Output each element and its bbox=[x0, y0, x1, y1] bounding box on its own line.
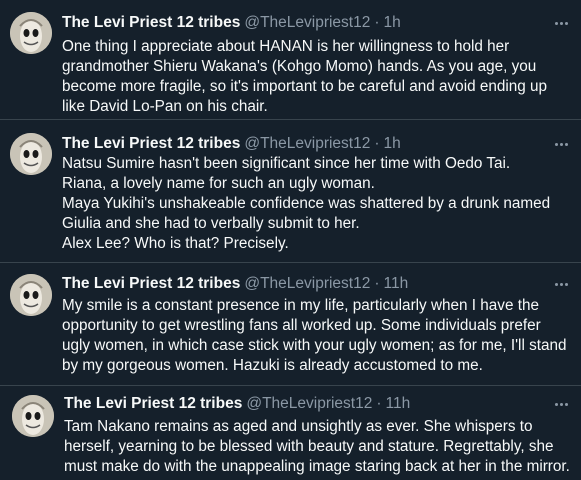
tweet[interactable]: The Levi Priest 12 tribes @TheLevipriest… bbox=[0, 0, 581, 120]
avatar[interactable] bbox=[10, 133, 52, 175]
separator-dot: · bbox=[376, 395, 382, 412]
masked-face-avatar-icon bbox=[12, 395, 54, 437]
tweet-header: The Levi Priest 12 tribes @TheLevipriest… bbox=[62, 134, 569, 154]
tweet-text: Natsu Sumire hasn't been significant sin… bbox=[62, 154, 573, 254]
avatar[interactable] bbox=[12, 395, 54, 437]
tweet-text-line: ugly women, in which case stick with you… bbox=[62, 337, 567, 354]
tweet-text-line: Alex Lee? Who is that? Precisely. bbox=[62, 235, 289, 252]
tweet[interactable]: The Levi Priest 12 tribes @TheLevipriest… bbox=[0, 121, 581, 263]
author-name[interactable]: The Levi Priest 12 tribes bbox=[62, 14, 240, 32]
tweet[interactable]: The Levi Priest 12 tribes @TheLevipriest… bbox=[0, 387, 581, 480]
tweet-time[interactable]: 1h bbox=[384, 14, 401, 32]
author-name[interactable]: The Levi Priest 12 tribes bbox=[62, 275, 240, 293]
separator-dot: · bbox=[374, 14, 380, 31]
author-handle[interactable]: @TheLevipriest12 bbox=[244, 14, 370, 32]
more-options-icon[interactable] bbox=[551, 134, 571, 154]
masked-face-avatar-icon bbox=[10, 133, 52, 175]
masked-face-avatar-icon bbox=[10, 12, 52, 54]
more-options-icon[interactable] bbox=[551, 394, 571, 414]
more-options-icon[interactable] bbox=[551, 13, 571, 33]
tweet[interactable]: The Levi Priest 12 tribes @TheLevipriest… bbox=[0, 264, 581, 386]
separator-dot: · bbox=[374, 275, 380, 292]
tweet-text-line: Tam Nakano remains as aged and unsightly… bbox=[64, 418, 533, 435]
tweet-header: The Levi Priest 12 tribes @TheLevipriest… bbox=[64, 394, 569, 414]
tweet-text: One thing I appreciate about HANAN is he… bbox=[62, 37, 573, 117]
tweet-time[interactable]: 11h bbox=[386, 395, 411, 413]
tweet-text-line: grandmother Shieru Wakana's (Kohgo Momo)… bbox=[62, 58, 537, 75]
tweet-text-line: One thing I appreciate about HANAN is he… bbox=[62, 38, 510, 55]
author-handle[interactable]: @TheLevipriest12 bbox=[244, 275, 370, 293]
tweet-header: The Levi Priest 12 tribes @TheLevipriest… bbox=[62, 13, 569, 33]
tweet-text-line: become more fragile, so it's important t… bbox=[62, 78, 548, 95]
more-options-icon[interactable] bbox=[551, 274, 571, 294]
avatar[interactable] bbox=[10, 274, 52, 316]
tweet-text-line: by my gorgeous women. Hazuki is already … bbox=[62, 357, 483, 374]
author-handle[interactable]: @TheLevipriest12 bbox=[244, 135, 370, 153]
avatar[interactable] bbox=[10, 12, 52, 54]
tweet-text-line: Natsu Sumire hasn't been significant sin… bbox=[62, 155, 511, 172]
tweet-text-line: opportunity to get wrestling fans all wo… bbox=[62, 317, 541, 334]
tweet-text-line: herself, yearning to be blessed with bea… bbox=[64, 438, 554, 455]
tweet-text-line: like David Lo-Pan on his chair. bbox=[62, 98, 268, 115]
tweet-text-line: must make do with the unappealing image … bbox=[64, 458, 570, 475]
tweet-text-line: Giulia and she had to verbally submit to… bbox=[62, 215, 360, 232]
author-name[interactable]: The Levi Priest 12 tribes bbox=[64, 395, 242, 413]
tweet-text: Tam Nakano remains as aged and unsightly… bbox=[64, 417, 573, 477]
author-handle[interactable]: @TheLevipriest12 bbox=[246, 395, 372, 413]
separator-dot: · bbox=[374, 135, 380, 152]
tweet-feed: The Levi Priest 12 tribes @TheLevipriest… bbox=[0, 0, 581, 480]
masked-face-avatar-icon bbox=[10, 274, 52, 316]
tweet-text: My smile is a constant presence in my li… bbox=[62, 296, 573, 376]
tweet-time[interactable]: 11h bbox=[384, 275, 409, 293]
tweet-text-line: Riana, a lovely name for such an ugly wo… bbox=[62, 175, 375, 192]
tweet-header: The Levi Priest 12 tribes @TheLevipriest… bbox=[62, 274, 569, 294]
tweet-time[interactable]: 1h bbox=[384, 135, 401, 153]
tweet-text-line: Maya Yukihi's unshakeable confidence was… bbox=[62, 195, 551, 212]
tweet-text-line: My smile is a constant presence in my li… bbox=[62, 297, 539, 314]
author-name[interactable]: The Levi Priest 12 tribes bbox=[62, 135, 240, 153]
